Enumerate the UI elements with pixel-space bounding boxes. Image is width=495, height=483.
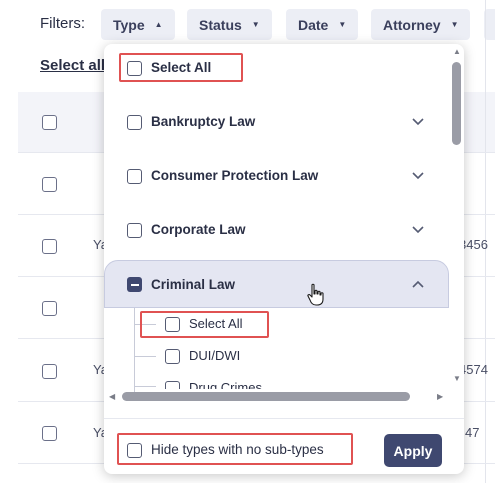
header-checkbox[interactable] — [42, 115, 57, 130]
filter-chip-type-label: Type — [113, 16, 145, 33]
horizontal-scrollbar-thumb[interactable] — [122, 392, 410, 401]
hide-types-label[interactable]: Hide types with no sub-types — [151, 442, 324, 457]
filter-chip-type[interactable]: Type ▲ — [101, 9, 175, 40]
select-all-label[interactable]: Select All — [151, 60, 211, 75]
scroll-down-arrow-icon[interactable]: ▼ — [453, 374, 461, 383]
criminal-law-checkbox[interactable] — [127, 277, 142, 292]
row-checkbox[interactable] — [42, 239, 57, 254]
table-cell: 47 — [465, 425, 480, 440]
scroll-left-arrow-icon[interactable]: ◀ — [109, 392, 115, 401]
corporate-law-label[interactable]: Corporate Law — [151, 222, 246, 237]
sub-item-clip: Drug Crimes — [104, 379, 451, 389]
select-all-link[interactable]: Select all — [40, 57, 105, 74]
hand-cursor-icon — [307, 283, 324, 306]
criminal-law-label[interactable]: Criminal Law — [151, 277, 235, 292]
dropdown-footer-divider — [104, 418, 464, 419]
drug-crimes-checkbox[interactable] — [165, 381, 180, 389]
apply-button[interactable]: Apply — [384, 434, 442, 467]
scroll-right-arrow-icon[interactable]: ▶ — [437, 392, 443, 401]
row-checkbox[interactable] — [42, 364, 57, 379]
filters-label: Filters: — [40, 15, 85, 32]
dui-dwi-label[interactable]: DUI/DWI — [189, 348, 240, 363]
caret-up-icon: ▲ — [154, 20, 163, 29]
caret-down-icon: ▼ — [251, 20, 260, 29]
chevron-up-icon[interactable] — [410, 278, 426, 290]
filter-chip-attorney[interactable]: Attorney ▼ — [371, 9, 471, 40]
chevron-down-icon[interactable] — [410, 224, 426, 236]
row-checkbox[interactable] — [42, 177, 57, 192]
sub-select-all-checkbox[interactable] — [165, 317, 180, 332]
vertical-scrollbar-thumb[interactable] — [452, 62, 461, 145]
row-checkbox[interactable] — [42, 301, 57, 316]
sub-select-all-label[interactable]: Select All — [189, 316, 242, 331]
type-filter-dropdown — [104, 44, 464, 474]
chevron-down-icon[interactable] — [410, 170, 426, 182]
tree-connector — [134, 356, 156, 357]
filter-chip-status-label: Status — [199, 16, 242, 33]
corporate-law-checkbox[interactable] — [127, 223, 142, 238]
bankruptcy-law-checkbox[interactable] — [127, 115, 142, 130]
drug-crimes-label[interactable]: Drug Crimes — [189, 380, 262, 389]
filter-chip-attorney-label: Attorney — [383, 16, 441, 33]
consumer-protection-law-checkbox[interactable] — [127, 169, 142, 184]
filter-chip-date-label: Date — [298, 16, 329, 33]
caret-down-icon: ▼ — [338, 20, 347, 29]
filter-chip-date[interactable]: Date ▼ — [286, 9, 359, 40]
hide-types-checkbox[interactable] — [127, 443, 142, 458]
select-all-checkbox[interactable] — [127, 61, 142, 76]
dui-dwi-checkbox[interactable] — [165, 349, 180, 364]
row-checkbox[interactable] — [42, 426, 57, 441]
chevron-down-icon[interactable] — [410, 116, 426, 128]
consumer-protection-law-label[interactable]: Consumer Protection Law — [151, 168, 318, 183]
bankruptcy-law-label[interactable]: Bankruptcy Law — [151, 114, 255, 129]
caret-down-icon: ▼ — [450, 20, 459, 29]
filter-chip-status[interactable]: Status ▼ — [187, 9, 272, 40]
scroll-up-arrow-icon[interactable]: ▲ — [453, 47, 461, 56]
